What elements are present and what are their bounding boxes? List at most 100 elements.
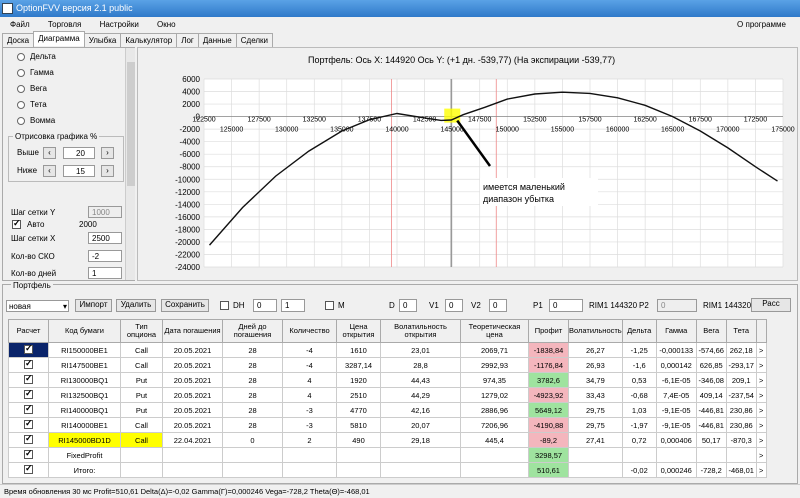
- calc-checkbox-cell[interactable]: [8, 342, 49, 358]
- column-header[interactable]: Дельта: [621, 319, 657, 343]
- table-row[interactable]: RI132500BQ1Put20.05.2021284251044,291279…: [8, 387, 767, 403]
- table-row[interactable]: RI140000BE1Call20.05.202128-3581020,0772…: [8, 417, 767, 433]
- grid-y-input[interactable]: 1000: [88, 206, 122, 218]
- dh-checkbox[interactable]: [220, 301, 229, 310]
- calc-checkbox-cell[interactable]: [8, 372, 49, 388]
- settings-scrollbar[interactable]: [125, 48, 135, 280]
- table-header: Расчет Код бумаги Тип опциона Дата погашени…: [8, 319, 767, 343]
- menu-settings[interactable]: Настройки: [100, 20, 139, 29]
- radio-vega[interactable]: Вега: [17, 84, 47, 93]
- column-header[interactable]: Тета: [725, 319, 757, 343]
- below-decrease-button[interactable]: ‹: [43, 165, 56, 177]
- tab-log[interactable]: Лог: [176, 33, 199, 47]
- tab-data[interactable]: Данные: [197, 33, 237, 47]
- p2-input[interactable]: 0: [657, 299, 697, 312]
- dh-second-input[interactable]: 1: [281, 299, 305, 312]
- table-cell: 230,86: [725, 402, 757, 418]
- calc-checkbox[interactable]: [24, 359, 33, 369]
- row-arrow-cell[interactable]: >: [755, 432, 767, 448]
- grid-x-label: Шаг сетки X: [11, 234, 56, 243]
- row-arrow-cell[interactable]: >: [755, 417, 767, 433]
- table-row[interactable]: RI150000BE1Call20.05.202128-4161023,0120…: [8, 342, 767, 358]
- table-row[interactable]: RI140000BQ1Put20.05.202128-3477042,16288…: [8, 402, 767, 418]
- below-input[interactable]: 15: [63, 165, 95, 177]
- above-input[interactable]: 20: [63, 147, 95, 159]
- tab-board[interactable]: Доска: [2, 33, 35, 47]
- calc-checkbox[interactable]: [24, 374, 33, 384]
- calc-checkbox-cell[interactable]: [8, 357, 49, 373]
- calc-checkbox[interactable]: [24, 449, 33, 459]
- above-increase-button[interactable]: ›: [101, 147, 114, 159]
- calc-checkbox-cell[interactable]: [8, 417, 49, 433]
- column-header[interactable]: Волатильность открытия: [380, 319, 461, 343]
- above-decrease-button[interactable]: ‹: [43, 147, 56, 159]
- tab-deals[interactable]: Сделки: [235, 33, 274, 47]
- scroll-thumb[interactable]: [127, 62, 135, 186]
- menu-trade[interactable]: Торговля: [48, 20, 81, 29]
- tab-calculator[interactable]: Калькулятор: [120, 33, 178, 47]
- column-header[interactable]: Количество: [282, 319, 337, 343]
- column-header[interactable]: Дата погашения: [162, 319, 223, 343]
- sko-input[interactable]: -2: [88, 250, 122, 262]
- table-row[interactable]: RI145000BD1DCall22.04.20210249029,18445,…: [8, 432, 767, 448]
- calc-checkbox[interactable]: [24, 389, 33, 399]
- import-button[interactable]: Импорт: [75, 299, 112, 312]
- tab-smile[interactable]: Улыбка: [83, 33, 122, 47]
- table-row[interactable]: Итого: 510,61 -0,020,000246-728,2-468,01>: [8, 462, 767, 478]
- column-header[interactable]: Профит: [528, 319, 569, 343]
- menu-file[interactable]: Файл: [10, 20, 30, 29]
- delete-button[interactable]: Удалить: [116, 299, 156, 312]
- radio-delta[interactable]: Дельта: [17, 52, 56, 61]
- v2-input[interactable]: 0: [489, 299, 507, 312]
- calc-checkbox[interactable]: [24, 419, 33, 429]
- calc-checkbox[interactable]: [24, 404, 33, 414]
- p1-input[interactable]: 0: [549, 299, 583, 312]
- column-header[interactable]: Гамма: [655, 319, 697, 343]
- column-header[interactable]: Тип опциона: [120, 319, 163, 343]
- menu-window[interactable]: Окно: [157, 20, 176, 29]
- menu-about[interactable]: О программе: [737, 17, 786, 32]
- calc-checkbox-cell[interactable]: [8, 462, 49, 478]
- m-checkbox[interactable]: [325, 301, 334, 310]
- row-arrow-cell[interactable]: >: [755, 387, 767, 403]
- calc-checkbox[interactable]: [24, 464, 33, 474]
- radio-gamma[interactable]: Гамма: [17, 68, 54, 77]
- column-header[interactable]: Код бумаги: [48, 319, 121, 343]
- column-header[interactable]: Цена открытия: [336, 319, 381, 343]
- calc-checkbox-cell[interactable]: [8, 387, 49, 403]
- table-cell: 3298,57: [528, 447, 569, 463]
- calc-checkbox[interactable]: [24, 344, 33, 354]
- below-increase-button[interactable]: ›: [101, 165, 114, 177]
- row-arrow-cell[interactable]: >: [755, 372, 767, 388]
- row-arrow-cell[interactable]: >: [755, 447, 767, 463]
- calc-checkbox-cell[interactable]: [8, 432, 49, 448]
- column-header[interactable]: Вега: [695, 319, 727, 343]
- row-arrow-cell[interactable]: >: [755, 402, 767, 418]
- row-arrow-cell[interactable]: >: [755, 357, 767, 373]
- days-input[interactable]: 1: [88, 267, 122, 279]
- calc-checkbox-cell[interactable]: [8, 402, 49, 418]
- portfolio-select[interactable]: новая ▾: [6, 300, 69, 312]
- table-row[interactable]: FixedProfit 3298,57 >: [8, 447, 767, 463]
- table-cell: RI140000BQ1: [48, 402, 121, 418]
- row-arrow-cell[interactable]: >: [755, 342, 767, 358]
- auto-checkbox[interactable]: [12, 218, 21, 229]
- calc-checkbox[interactable]: [24, 434, 33, 444]
- column-header[interactable]: Волатильность: [568, 319, 623, 343]
- save-button[interactable]: Сохранить: [161, 299, 209, 312]
- table-row[interactable]: RI130000BQ1Put20.05.2021284192044,43974,…: [8, 372, 767, 388]
- table-row[interactable]: RI147500BE1Call20.05.202128-43287,1428,8…: [8, 357, 767, 373]
- calculate-button[interactable]: Расс: [751, 298, 791, 312]
- d-input[interactable]: 0: [399, 299, 417, 312]
- radio-theta[interactable]: Тета: [17, 100, 47, 109]
- dh-first-input[interactable]: 0: [253, 299, 277, 312]
- column-header[interactable]: Дней до погашения: [222, 319, 283, 343]
- tab-diagram[interactable]: Диаграмма: [33, 31, 85, 46]
- column-header[interactable]: Расчет: [8, 319, 49, 343]
- column-header[interactable]: Теоретическая цена: [460, 319, 529, 343]
- calc-checkbox-cell[interactable]: [8, 447, 49, 463]
- v1-input[interactable]: 0: [445, 299, 463, 312]
- grid-x-input[interactable]: 2500: [88, 232, 122, 244]
- row-arrow-cell[interactable]: >: [755, 462, 767, 478]
- radio-vomma[interactable]: Вомма: [17, 116, 55, 125]
